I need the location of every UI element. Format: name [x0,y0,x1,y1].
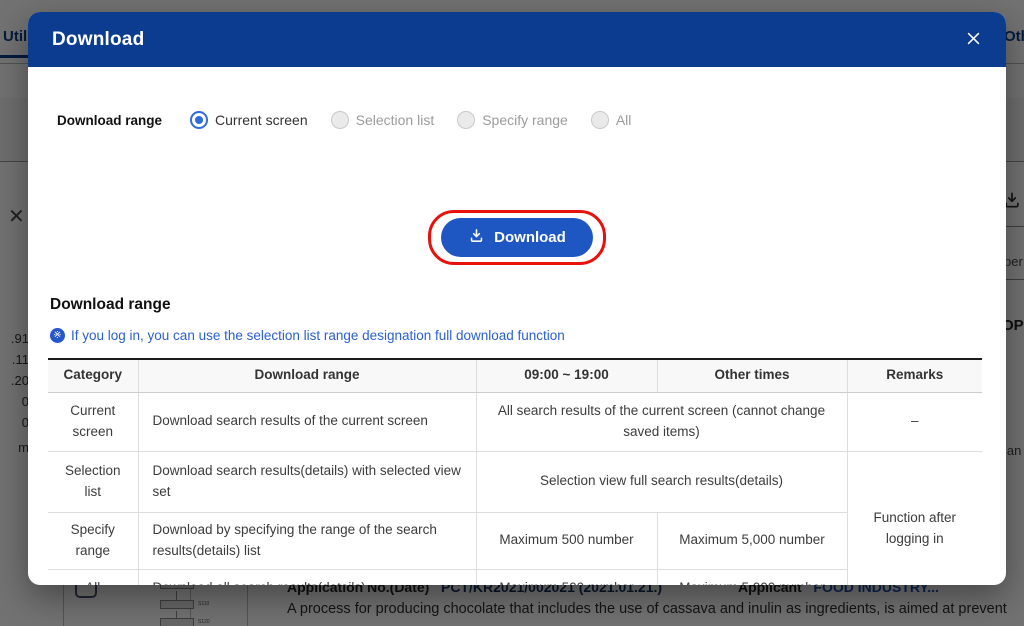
table-row: Selection list Download search results(d… [48,451,982,512]
download-modal: Download Download range Current screen [28,12,1006,585]
cell-category: Specify range [48,512,138,569]
screen: Util Oth ✕ .91 .11 .20 0 0 m per OP lan [0,0,1024,626]
radio-specify-range: Specify range [457,111,568,129]
radio-label: All [616,112,632,128]
close-icon [965,30,982,50]
modal-body: Download range Current screen Selection … [28,67,1006,585]
col-category: Category [48,359,138,392]
cell-range: Download by specifying the range of the … [138,512,476,569]
radio-label: Specify range [482,112,568,128]
modal-header: Download [28,12,1006,67]
cell-merged-times: Selection view full search results(detai… [476,451,847,512]
radio-all: All [591,111,632,129]
download-range-table: Category Download range 09:00 ~ 19:00 Ot… [48,358,982,585]
cell-merged-times: All search results of the current screen… [476,392,847,451]
radio-group-label: Download range [57,113,162,128]
cell-range: Download search results of the current s… [138,392,476,451]
reference-mark-icon: ※ [50,328,65,343]
download-range-radio-group: Download range Current screen Selection … [57,111,654,129]
table-row: Specify range Download by specifying the… [48,512,982,569]
cell-category: Selection list [48,451,138,512]
download-button-label: Download [494,229,566,246]
radio-current-screen[interactable]: Current screen [190,111,308,129]
radio-disabled-icon [331,111,349,129]
cell-category: Current screen [48,392,138,451]
radio-selection-list: Selection list [331,111,435,129]
download-button-area: Download [28,210,1006,265]
col-download-range: Download range [138,359,476,392]
download-icon [468,227,485,248]
radio-selected-icon[interactable] [190,111,208,129]
red-annotation-circle: Download [428,210,606,265]
login-note-text: If you log in, you can use the selection… [71,328,565,343]
close-button[interactable] [965,30,982,50]
radio-label: Selection list [356,112,435,128]
cell-other-times: Maximum 5,000 number [657,512,847,569]
cell-remarks-merged: Function after logging in [847,451,982,585]
login-note: ※ If you log in, you can use the selecti… [50,328,565,343]
radio-disabled-icon [457,111,475,129]
cell-other-times: Maximum 5,000 number [657,569,847,585]
modal-title: Download [52,29,144,51]
table-header-row: Category Download range 09:00 ~ 19:00 Ot… [48,359,982,392]
cell-range: Download search results(details) with se… [138,451,476,512]
download-button[interactable]: Download [441,218,593,257]
table-row: Current screen Download search results o… [48,392,982,451]
col-remarks: Remarks [847,359,982,392]
section-title: Download range [50,296,171,314]
table-row: All Download all search results(details)… [48,569,982,585]
col-other-times: Other times [657,359,847,392]
radio-disabled-icon [591,111,609,129]
cell-daytime: Maximum 500 number [476,569,657,585]
col-daytime: 09:00 ~ 19:00 [476,359,657,392]
cell-range: Download all search results(details) [138,569,476,585]
cell-remarks: – [847,392,982,451]
cell-category: All [48,569,138,585]
radio-label[interactable]: Current screen [215,112,308,128]
cell-daytime: Maximum 500 number [476,512,657,569]
